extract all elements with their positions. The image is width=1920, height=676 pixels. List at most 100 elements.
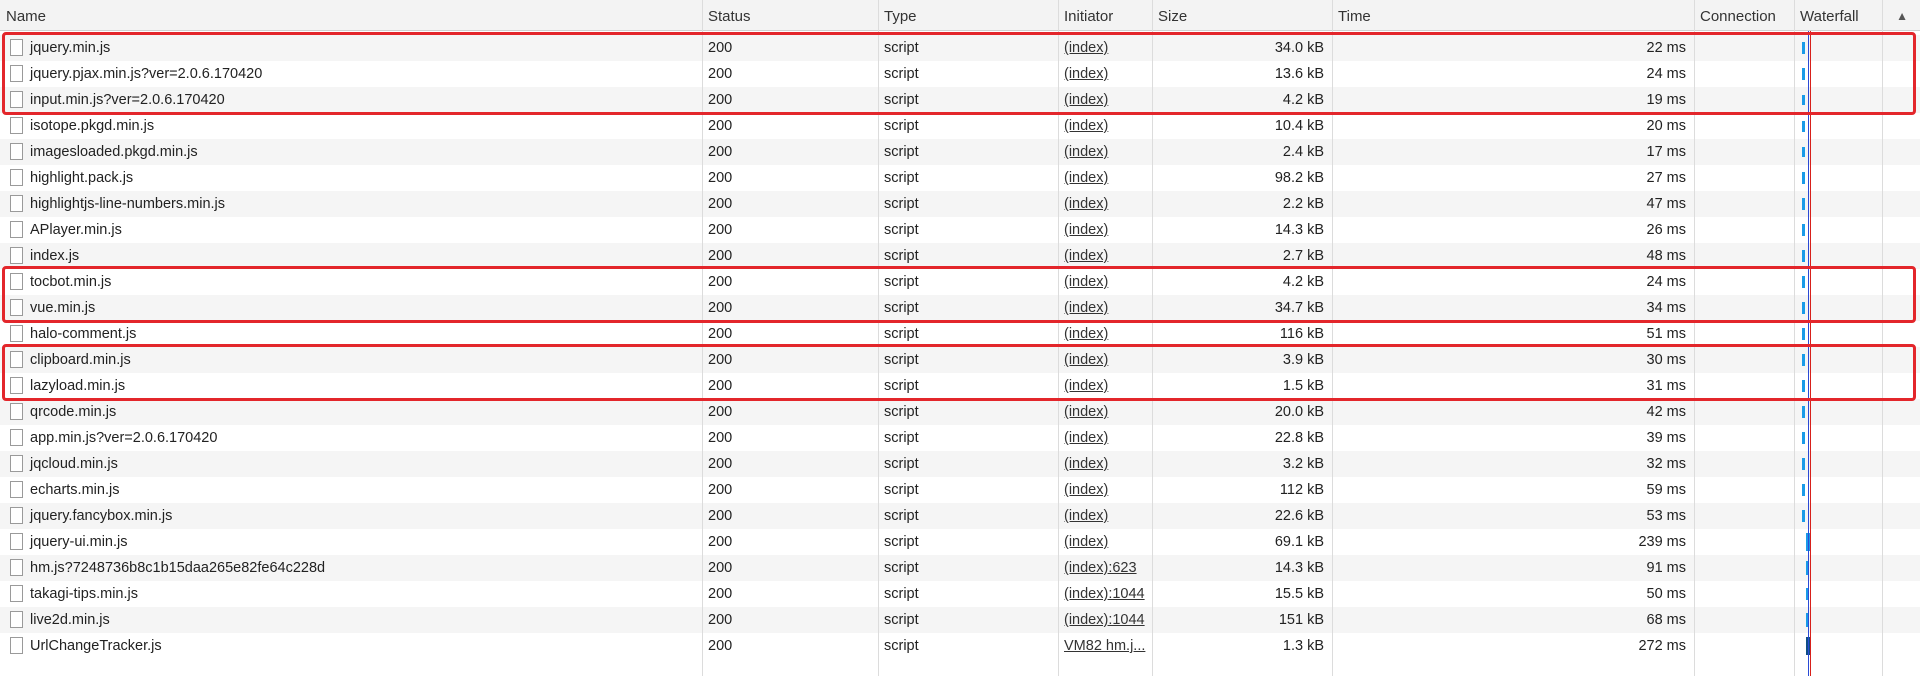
column-divider[interactable] (1882, 0, 1883, 676)
table-row[interactable]: lazyload.min.js 200 script (index) 1.5 kB 31 … (0, 373, 1920, 399)
table-row[interactable]: imagesloaded.pkgd.min.js 200 script (index)… (0, 139, 1920, 165)
request-initiator-text[interactable]: (index) (1064, 196, 1108, 212)
request-initiator-text[interactable]: (index) (1064, 300, 1108, 316)
request-initiator[interactable]: (index) (1058, 139, 1152, 165)
request-initiator[interactable]: (index) (1058, 347, 1152, 373)
request-type: script (878, 113, 1058, 139)
column-divider[interactable] (1332, 0, 1333, 676)
request-initiator-text[interactable]: (index) (1064, 326, 1108, 342)
request-name: jquery.min.js (0, 35, 702, 61)
request-initiator[interactable]: (index) (1058, 321, 1152, 347)
request-initiator-text[interactable]: VM82 hm.j... (1064, 638, 1145, 654)
request-name-text: tocbot.min.js (30, 274, 112, 290)
table-row[interactable]: jquery.fancybox.min.js 200 script (index) 22… (0, 503, 1920, 529)
table-row[interactable]: input.min.js?ver=2.0.6.170420 200 script (i… (0, 87, 1920, 113)
request-initiator[interactable]: (index) (1058, 217, 1152, 243)
request-initiator[interactable]: (index):623 (1058, 555, 1152, 581)
table-row[interactable]: app.min.js?ver=2.0.6.170420 200 script (ind… (0, 425, 1920, 451)
table-row[interactable]: APlayer.min.js 200 script (index) 14.3 kB 26 … (0, 217, 1920, 243)
column-header-time[interactable]: Time (1332, 0, 1694, 30)
table-row[interactable]: highlightjs-line-numbers.min.js 200 script… (0, 191, 1920, 217)
table-row[interactable]: jquery.min.js 200 script (index) 34.0 kB 22 m… (0, 35, 1920, 61)
request-initiator-text[interactable]: (index):623 (1064, 560, 1137, 576)
table-row[interactable]: index.js 200 script (index) 2.7 kB 48 ms (0, 243, 1920, 269)
table-row[interactable]: tocbot.min.js 200 script (index) 4.2 kB 24 ms (0, 269, 1920, 295)
table-row[interactable]: halo-comment.js 200 script (index) 116 kB 51 … (0, 321, 1920, 347)
table-row[interactable]: UrlChangeTracker.js 200 script VM82 hm.j...… (0, 633, 1920, 659)
column-header-size[interactable]: Size (1152, 0, 1332, 30)
request-time-text: 272 ms (1638, 638, 1686, 654)
table-row[interactable]: jquery-ui.min.js 200 script (index) 69.1 kB 2… (0, 529, 1920, 555)
request-initiator[interactable]: (index):1044 (1058, 581, 1152, 607)
column-divider[interactable] (702, 0, 703, 676)
request-initiator-text[interactable]: (index) (1064, 534, 1108, 550)
request-initiator[interactable]: (index) (1058, 399, 1152, 425)
file-icon (10, 481, 23, 498)
sort-ascending-icon[interactable]: ▲ (1896, 0, 1908, 30)
column-header-waterfall[interactable]: Waterfall ▲ (1794, 0, 1920, 30)
request-initiator[interactable]: (index) (1058, 87, 1152, 113)
request-initiator-text[interactable]: (index) (1064, 352, 1108, 368)
table-row[interactable]: highlight.pack.js 200 script (index) 98.2 kB… (0, 165, 1920, 191)
request-initiator-text[interactable]: (index) (1064, 92, 1108, 108)
request-initiator-text[interactable]: (index) (1064, 430, 1108, 446)
request-initiator-text[interactable]: (index) (1064, 248, 1108, 264)
request-initiator[interactable]: (index) (1058, 529, 1152, 555)
request-initiator-text[interactable]: (index) (1064, 378, 1108, 394)
request-time: 239 ms (1332, 529, 1694, 555)
request-initiator-text[interactable]: (index) (1064, 222, 1108, 238)
column-header-initiator[interactable]: Initiator (1058, 0, 1152, 30)
request-initiator[interactable]: (index) (1058, 477, 1152, 503)
table-row[interactable]: takagi-tips.min.js 200 script (index):1044 1… (0, 581, 1920, 607)
table-row[interactable]: hm.js?7248736b8c1b15daa265e82fe64c228d 20… (0, 555, 1920, 581)
request-initiator-text[interactable]: (index):1044 (1064, 612, 1145, 628)
request-initiator[interactable]: (index) (1058, 269, 1152, 295)
table-row[interactable]: echarts.min.js 200 script (index) 112 kB 59 m… (0, 477, 1920, 503)
request-size-text: 69.1 kB (1274, 534, 1324, 550)
request-initiator[interactable]: (index) (1058, 503, 1152, 529)
table-row[interactable]: isotope.pkgd.min.js 200 script (index) 10.4 … (0, 113, 1920, 139)
request-initiator-text[interactable]: (index) (1064, 404, 1108, 420)
request-name: lazyload.min.js (0, 373, 702, 399)
request-initiator[interactable]: (index) (1058, 165, 1152, 191)
request-name: UrlChangeTracker.js (0, 633, 702, 659)
request-status: 200 (702, 529, 878, 555)
request-initiator-text[interactable]: (index) (1064, 508, 1108, 524)
request-initiator-text[interactable]: (index) (1064, 170, 1108, 186)
table-row[interactable]: vue.min.js 200 script (index) 34.7 kB 34 ms (0, 295, 1920, 321)
column-header-name[interactable]: Name (0, 0, 702, 30)
request-initiator[interactable]: (index) (1058, 295, 1152, 321)
table-row[interactable]: live2d.min.js 200 script (index):1044 151 kB… (0, 607, 1920, 633)
request-initiator[interactable]: (index) (1058, 35, 1152, 61)
request-initiator[interactable]: (index) (1058, 191, 1152, 217)
column-divider[interactable] (1058, 0, 1059, 676)
request-initiator[interactable]: (index):1044 (1058, 607, 1152, 633)
request-initiator[interactable]: (index) (1058, 451, 1152, 477)
request-initiator-text[interactable]: (index):1044 (1064, 586, 1145, 602)
request-initiator-text[interactable]: (index) (1064, 40, 1108, 56)
request-time: 24 ms (1332, 61, 1694, 87)
request-initiator-text[interactable]: (index) (1064, 456, 1108, 472)
request-initiator[interactable]: (index) (1058, 113, 1152, 139)
column-divider[interactable] (1152, 0, 1153, 676)
table-row[interactable]: qrcode.min.js 200 script (index) 20.0 kB 42 m… (0, 399, 1920, 425)
table-row[interactable]: jqcloud.min.js 200 script (index) 3.2 kB 32 m… (0, 451, 1920, 477)
request-initiator-text[interactable]: (index) (1064, 274, 1108, 290)
table-row[interactable]: jquery.pjax.min.js?ver=2.0.6.170420 200 sc… (0, 61, 1920, 87)
column-header-connection[interactable]: Connection (1694, 0, 1794, 30)
column-divider[interactable] (878, 0, 879, 676)
request-initiator[interactable]: (index) (1058, 425, 1152, 451)
request-initiator[interactable]: VM82 hm.j... (1058, 633, 1152, 659)
column-divider[interactable] (1794, 0, 1795, 676)
request-initiator[interactable]: (index) (1058, 373, 1152, 399)
request-initiator-text[interactable]: (index) (1064, 118, 1108, 134)
request-initiator-text[interactable]: (index) (1064, 66, 1108, 82)
request-initiator-text[interactable]: (index) (1064, 482, 1108, 498)
column-header-status[interactable]: Status (702, 0, 878, 30)
column-header-type[interactable]: Type (878, 0, 1058, 30)
request-initiator[interactable]: (index) (1058, 243, 1152, 269)
column-divider[interactable] (1694, 0, 1695, 676)
request-initiator[interactable]: (index) (1058, 61, 1152, 87)
table-row[interactable]: clipboard.min.js 200 script (index) 3.9 kB 30… (0, 347, 1920, 373)
request-initiator-text[interactable]: (index) (1064, 144, 1108, 160)
